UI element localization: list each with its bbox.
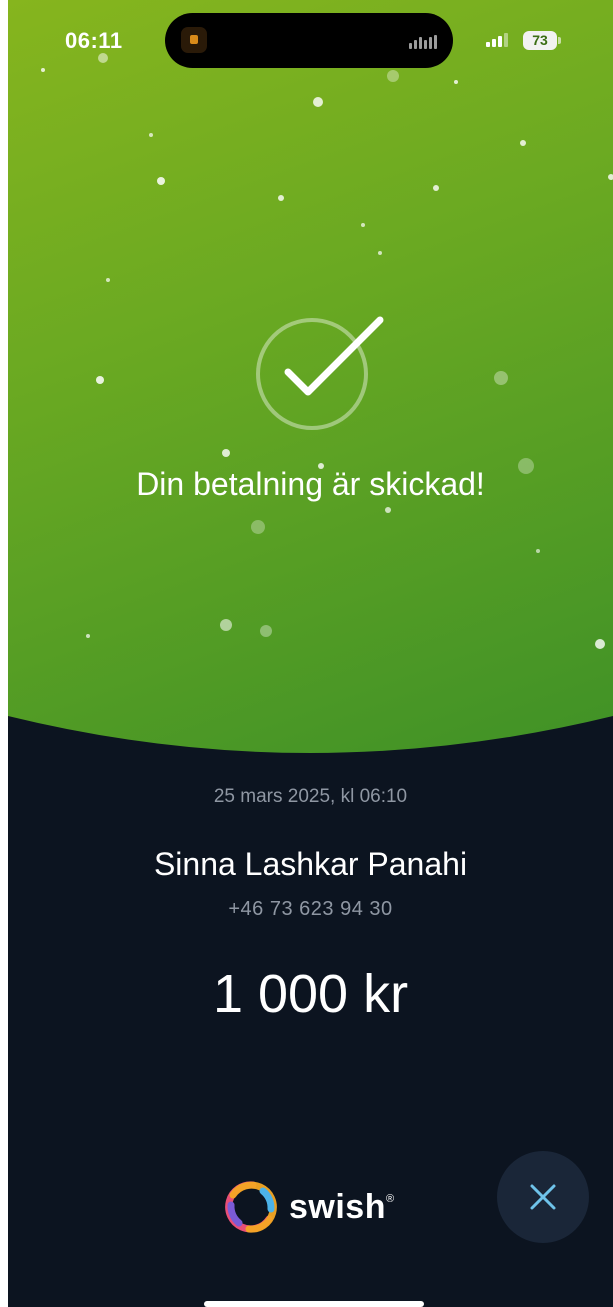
dynamic-island[interactable] (165, 13, 453, 68)
registered-mark: ® (385, 1193, 395, 1205)
recipient-name: Sinna Lashkar Panahi (153, 846, 468, 882)
close-button[interactable] (497, 1151, 589, 1243)
swish-logo: swish ® (223, 1179, 394, 1235)
swish-logo-icon (225, 1181, 277, 1233)
payment-date: 25 mars 2025, kl 06:10 (213, 786, 408, 807)
battery-cap (558, 37, 561, 44)
status-bar: 06:11 73 (8, 0, 613, 80)
payment-amount: 1 000 kr (212, 964, 409, 1024)
close-icon (530, 1184, 556, 1210)
recipient-phone: +46 73 623 94 30 (228, 898, 393, 920)
cellular-signal-icon (486, 33, 508, 47)
status-time: 06:11 (65, 28, 123, 53)
checkmark-circle-icon (256, 316, 384, 430)
audio-wave-icon (409, 35, 437, 49)
battery-icon: 73 (523, 31, 557, 50)
swish-wordmark: swish (289, 1187, 386, 1226)
screen: 06:11 73 Din betalning är skickad! 25 ma… (8, 0, 613, 1307)
live-activity-icon (181, 27, 207, 53)
home-indicator[interactable] (204, 1301, 424, 1307)
confirmation-headline: Din betalning är skickad! (136, 466, 485, 502)
